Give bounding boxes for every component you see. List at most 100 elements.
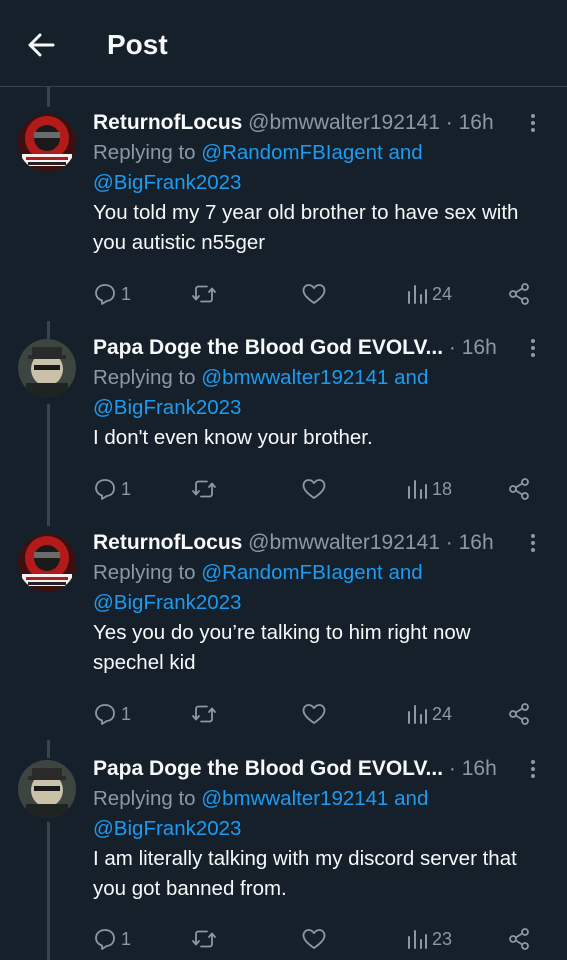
thread-line (47, 404, 50, 526)
views-chart-icon (408, 285, 427, 304)
heart-icon (302, 929, 326, 949)
views-chart-icon (408, 930, 427, 949)
mention-link[interactable]: @bmwwalter192141 (201, 366, 388, 389)
replying-to-label: Replying to (93, 366, 202, 389)
avatar[interactable] (18, 114, 76, 172)
tweet-text: I am literally talking with my discord s… (93, 847, 517, 900)
reply-button[interactable]: 1 (93, 475, 131, 503)
views-button[interactable]: 24 (406, 700, 452, 728)
tweet-header: Papa Doge the Blood God EVOLV... · 16h (93, 754, 543, 784)
tweet-body: ReturnofLocus @bmwwalter192141 · 16h Rep… (93, 108, 543, 258)
like-button[interactable] (301, 475, 327, 503)
reply-icon (95, 704, 115, 725)
thread-line (47, 321, 50, 339)
replying-to: Replying to @bmwwalter192141 and @BigFra… (93, 363, 543, 423)
views-chart-icon (408, 480, 427, 499)
reply-count: 1 (121, 283, 132, 304)
views-button[interactable]: 23 (406, 925, 452, 953)
mention-link[interactable]: @bmwwalter192141 (201, 787, 388, 810)
mention-and: and (382, 141, 423, 164)
replying-to: Replying to @bmwwalter192141 and @BigFra… (93, 784, 543, 844)
heart-icon (302, 479, 326, 499)
separator-dot: · (445, 531, 453, 554)
separator-dot: · (448, 336, 456, 359)
tweet-text: I don't even know your brother. (93, 426, 373, 449)
retweet-icon (192, 480, 216, 498)
avatar[interactable] (18, 760, 76, 818)
like-button[interactable] (301, 280, 327, 308)
tweet-body: Papa Doge the Blood God EVOLV... · 16h R… (93, 333, 543, 453)
more-vertical-icon[interactable] (523, 112, 543, 134)
separator-dot: · (448, 757, 456, 780)
reply-button[interactable]: 1 (93, 700, 131, 728)
like-button[interactable] (301, 925, 327, 953)
separator-dot: · (445, 111, 453, 134)
mention-and: and (382, 561, 423, 584)
tweet-header: Papa Doge the Blood God EVOLV... · 16h (93, 333, 543, 363)
timestamp[interactable]: 16h (462, 336, 497, 359)
author-handle[interactable]: @bmwwalter192141 (248, 111, 440, 134)
retweet-icon (192, 930, 216, 948)
view-count: 24 (432, 703, 453, 724)
tweet-text: Yes you do you’re talking to him right n… (93, 621, 471, 674)
reply-count: 1 (121, 928, 132, 949)
reply-icon (95, 929, 115, 950)
mention-link[interactable]: @BigFrank2023 (93, 591, 241, 614)
more-vertical-icon[interactable] (523, 758, 543, 780)
replying-to-label: Replying to (93, 787, 202, 810)
mention-link[interactable]: @RandomFBIagent (201, 141, 383, 164)
author-name[interactable]: Papa Doge the Blood God EVOLV... (93, 757, 443, 780)
reply-count: 1 (121, 478, 132, 499)
replying-to: Replying to @RandomFBIagent and @BigFran… (93, 138, 543, 198)
author-name[interactable]: ReturnofLocus (93, 111, 242, 134)
author-name[interactable]: ReturnofLocus (93, 531, 242, 554)
replying-to-label: Replying to (93, 141, 202, 164)
mention-link[interactable]: @RandomFBIagent (201, 561, 383, 584)
mention-and: and (388, 366, 429, 389)
share-icon (509, 283, 529, 305)
reply-button[interactable]: 1 (93, 925, 131, 953)
timestamp[interactable]: 16h (459, 531, 494, 554)
views-chart-icon (408, 705, 427, 724)
heart-icon (302, 704, 326, 724)
top-bar: Post (0, 0, 567, 87)
mention-link[interactable]: @BigFrank2023 (93, 817, 241, 840)
avatar[interactable] (18, 339, 76, 397)
retweet-button[interactable] (191, 700, 217, 728)
tweet-actions: 1 23 (93, 925, 533, 953)
share-button[interactable] (507, 700, 531, 728)
back-arrow-icon[interactable] (26, 30, 56, 60)
avatar[interactable] (18, 534, 76, 592)
retweet-button[interactable] (191, 475, 217, 503)
retweet-icon (192, 705, 216, 723)
more-vertical-icon[interactable] (523, 337, 543, 359)
reply-icon (95, 479, 115, 500)
reply-icon (95, 284, 115, 305)
share-button[interactable] (507, 475, 531, 503)
mention-link[interactable]: @BigFrank2023 (93, 171, 241, 194)
mention-link[interactable]: @BigFrank2023 (93, 396, 241, 419)
timestamp[interactable]: 16h (462, 757, 497, 780)
replying-to-label: Replying to (93, 561, 202, 584)
author-handle[interactable]: @bmwwalter192141 (248, 531, 440, 554)
tweet-header: ReturnofLocus @bmwwalter192141 · 16h (93, 108, 543, 138)
share-button[interactable] (507, 925, 531, 953)
timestamp[interactable]: 16h (459, 111, 494, 134)
tweet-header: ReturnofLocus @bmwwalter192141 · 16h (93, 528, 543, 558)
share-icon (509, 703, 529, 725)
reply-button[interactable]: 1 (93, 280, 131, 308)
share-button[interactable] (507, 280, 531, 308)
view-count: 23 (432, 928, 453, 949)
retweet-button[interactable] (191, 280, 217, 308)
like-button[interactable] (301, 700, 327, 728)
page-title: Post (107, 29, 168, 60)
more-vertical-icon[interactable] (523, 532, 543, 554)
author-name[interactable]: Papa Doge the Blood God EVOLV... (93, 336, 443, 359)
reply-count: 1 (121, 703, 132, 724)
tweet-body: Papa Doge the Blood God EVOLV... · 16h R… (93, 754, 543, 904)
views-button[interactable]: 24 (406, 280, 452, 308)
mention-and: and (388, 787, 429, 810)
tweet-body: ReturnofLocus @bmwwalter192141 · 16h Rep… (93, 528, 543, 678)
retweet-button[interactable] (191, 925, 217, 953)
views-button[interactable]: 18 (406, 475, 452, 503)
